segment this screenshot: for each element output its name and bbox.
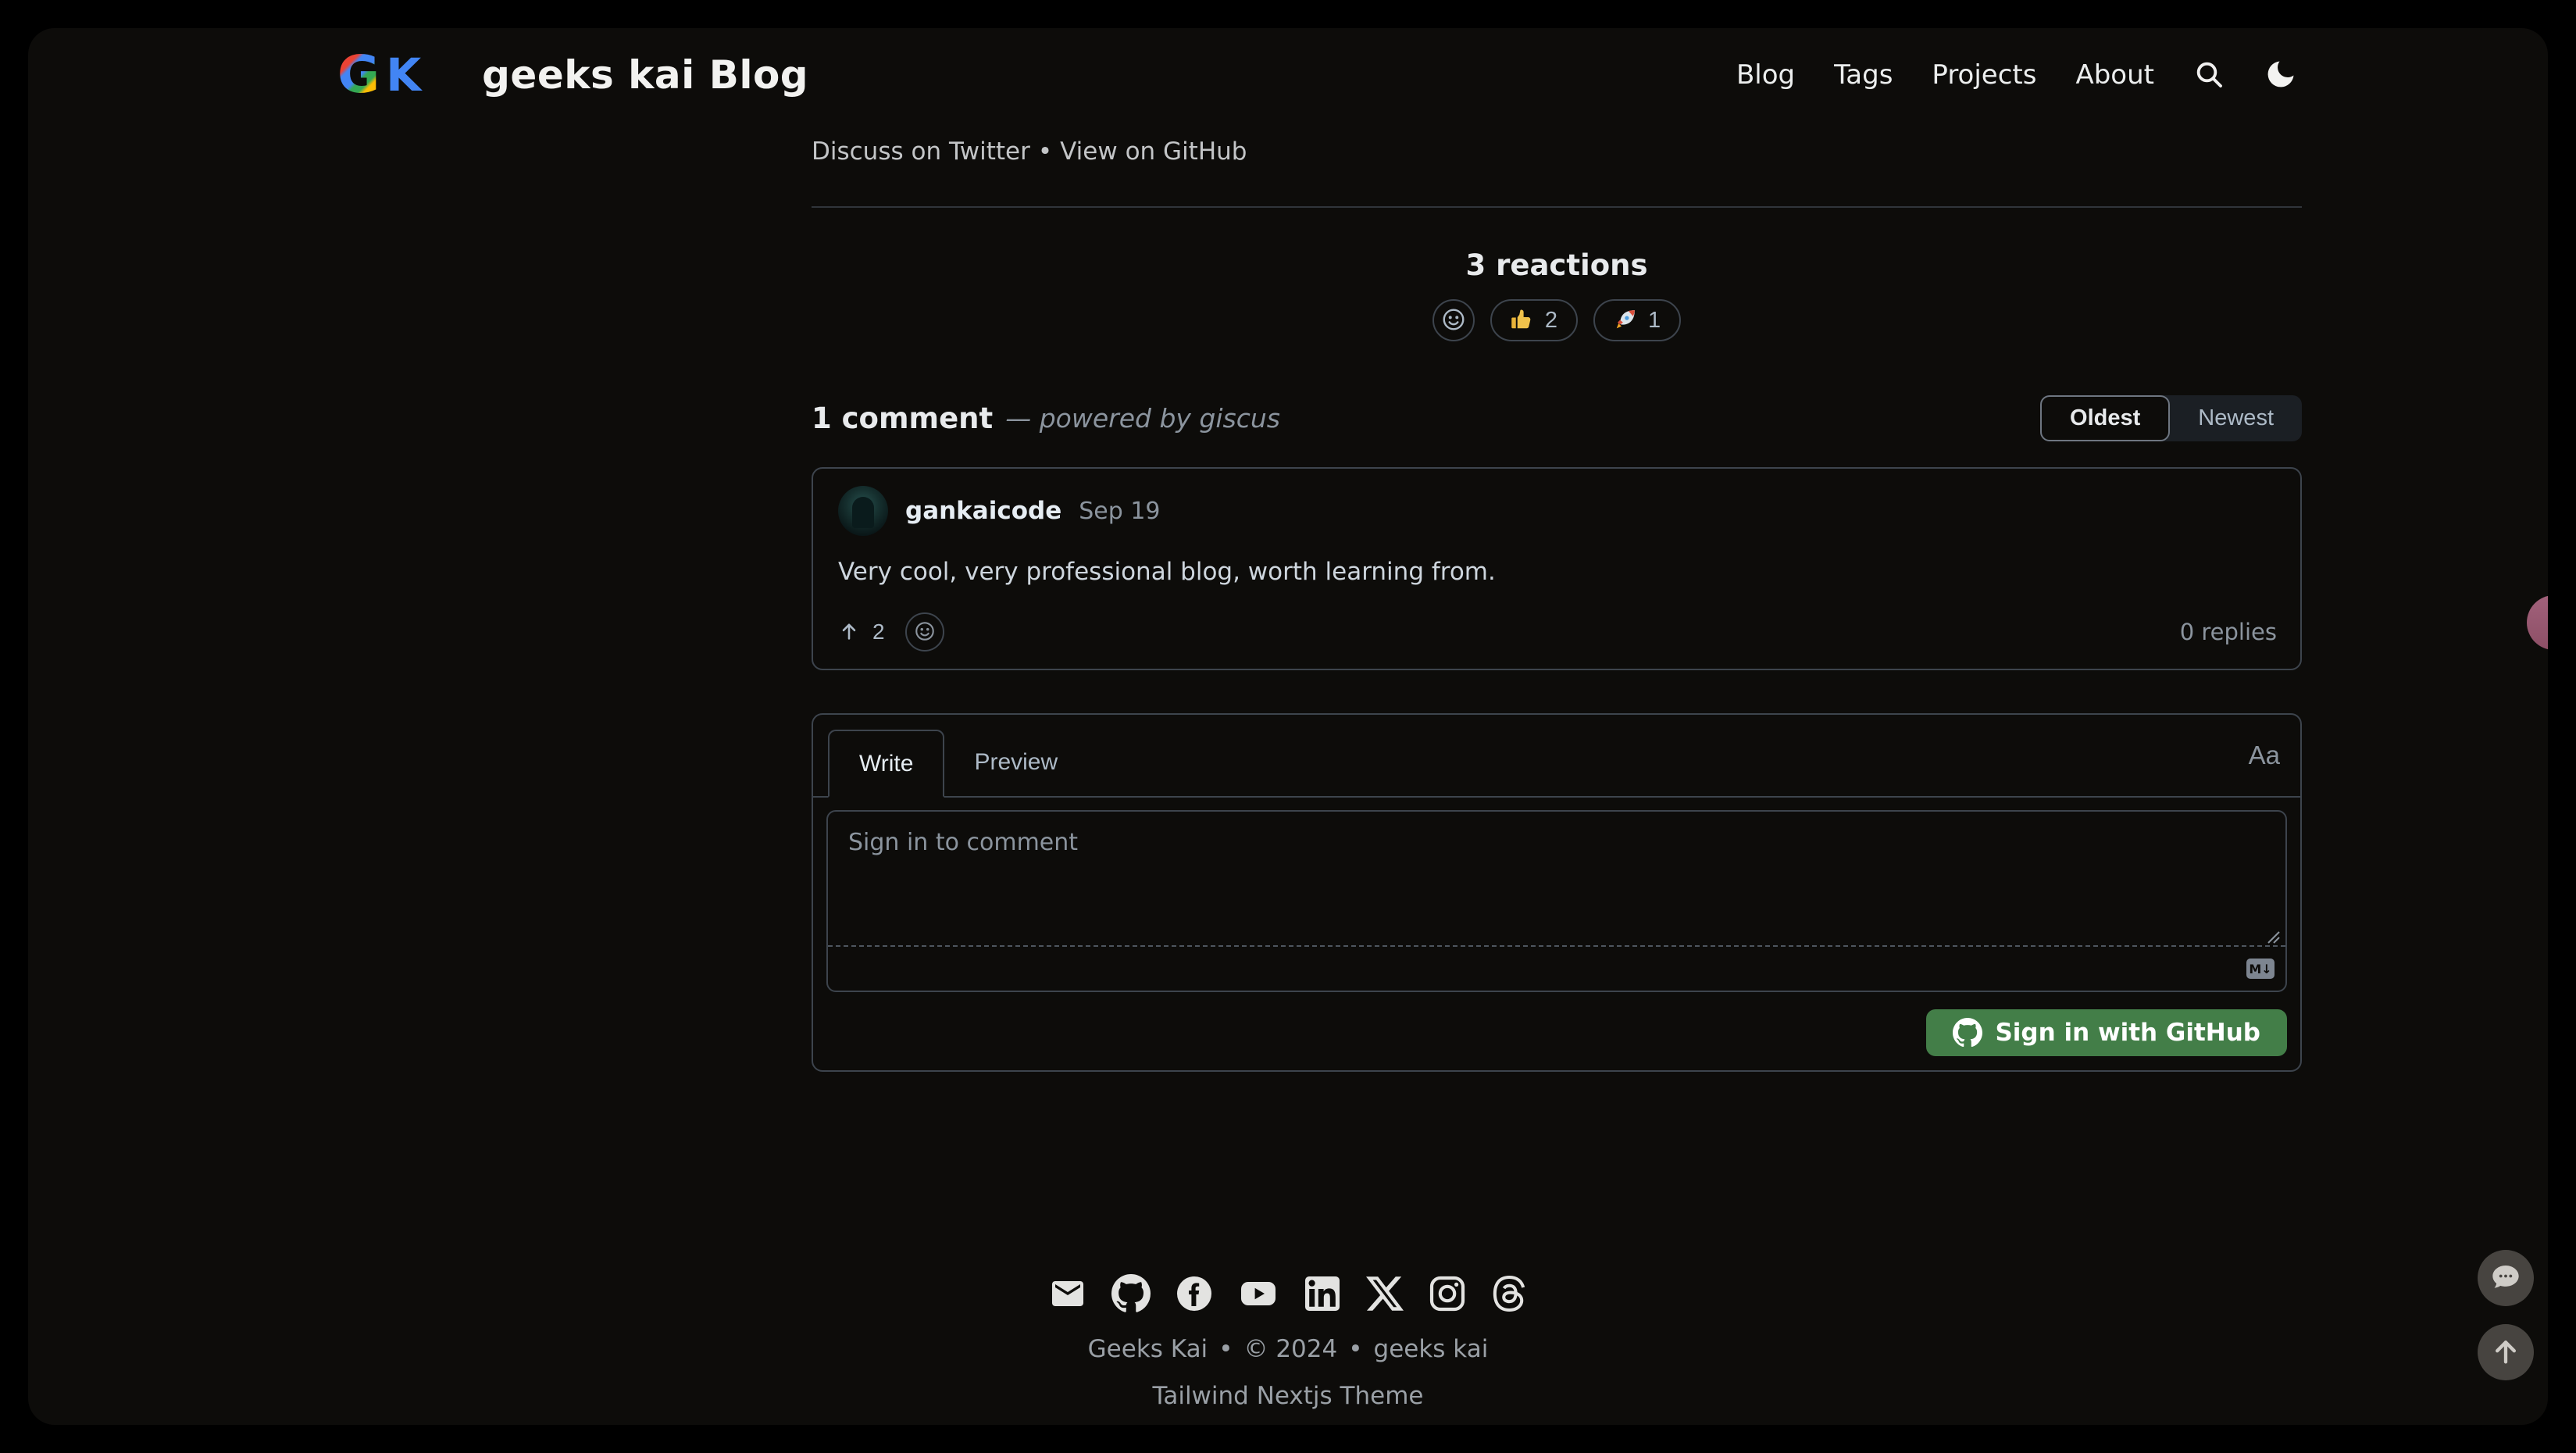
discuss-twitter-link[interactable]: Discuss on Twitter [812,137,1030,166]
composer-tabbar: Write Preview Aa [813,715,2300,798]
powered-by-giscus: — powered by giscus [1005,403,1280,434]
footer-dot: • [1348,1335,1363,1363]
footer-theme-credit: Tailwind Nextjs Theme [28,1382,2548,1410]
theme-toggle-button[interactable] [2264,57,2298,94]
social-links [28,1274,2548,1313]
github-icon [1953,1018,1983,1048]
up-arrow-icon [838,620,860,644]
logo-g-icon: G [337,45,380,105]
reaction-thumbs-up[interactable]: 2 [1490,299,1578,341]
site-logo[interactable]: G K [337,49,421,101]
footer-site-link[interactable]: Geeks Kai [1088,1335,1208,1363]
chat-bubble-icon [2490,1262,2521,1295]
divider [812,206,2302,208]
linkedin-icon[interactable] [1304,1275,1341,1312]
link-separator: • [1037,137,1053,166]
markdown-icon[interactable]: M↓ [2246,959,2275,979]
nav-item-about[interactable]: About [2075,59,2154,91]
reaction-rocket[interactable]: 1 [1593,299,1682,341]
composer-actions: Sign in with GitHub [813,992,2300,1056]
comment-author[interactable]: gankaicode [905,497,1061,525]
reactions-section: 3 reactions 2 1 [812,248,2302,341]
nav-item-tags[interactable]: Tags [1834,59,1893,91]
view-github-link[interactable]: View on GitHub [1060,137,1247,166]
reactions-heading: 3 reactions [1465,248,1648,282]
nav-item-blog[interactable]: Blog [1736,59,1795,91]
smiley-icon [914,620,936,644]
comments-header: 1 comment — powered by giscus Oldest New… [812,395,2302,441]
theme-credit-link[interactable]: Tailwind Nextjs Theme [1153,1382,1424,1410]
smiley-icon [1441,307,1466,334]
comment-add-reaction-button[interactable] [904,612,944,652]
tab-write[interactable]: Write [828,730,945,798]
comment-card: gankaicode Sep 19 Very cool, very profes… [812,467,2302,670]
nav-item-projects[interactable]: Projects [1932,59,2036,91]
footer-dot: • [1218,1335,1233,1363]
resize-grip-icon[interactable] [2264,927,2281,948]
comment-composer: Write Preview Aa M↓ [812,713,2302,1072]
text-style-toggle[interactable]: Aa [2249,741,2280,770]
upvote-button[interactable]: 2 [838,619,885,644]
comment-date[interactable]: Sep 19 [1079,498,1160,525]
sort-toggle: Oldest Newest [2040,395,2302,441]
comment-foot: 2 0 replies [838,612,2277,652]
mail-icon[interactable] [1049,1275,1086,1312]
comment-head: gankaicode Sep 19 [838,486,2277,536]
footer-author-link[interactable]: geeks kai [1374,1335,1489,1363]
site-title[interactable]: geeks kai Blog [482,52,808,98]
editor-box: M↓ [826,810,2287,992]
facebook-icon[interactable] [1176,1275,1213,1312]
svg-text:M↓: M↓ [2249,962,2271,976]
comments-scroll-button[interactable] [2478,1250,2534,1306]
upvote-count: 2 [872,619,885,644]
scroll-to-top-button[interactable] [2478,1324,2534,1380]
reactions-row: 2 1 [812,299,2302,341]
site-header: G K geeks kai Blog Blog Tags Projects Ab… [337,42,2298,108]
sort-newest-button[interactable]: Newest [2170,395,2302,441]
replies-count: 0 replies [2179,619,2277,645]
sort-oldest-button[interactable]: Oldest [2040,395,2171,441]
reaction-rocket-count: 1 [1648,307,1661,333]
floating-side-widget[interactable] [2527,595,2548,650]
comments-count: 1 comment [812,402,994,435]
site-footer: Geeks Kai • © 2024 • geeks kai Tailwind Next… [28,1274,2548,1410]
instagram-icon[interactable] [1429,1275,1466,1312]
avatar[interactable] [838,486,888,536]
comment-body: Very cool, very professional blog, worth… [838,558,1496,586]
main-nav: Blog Tags Projects About [1736,57,2298,94]
comment-input[interactable] [828,812,2285,945]
x-icon[interactable] [1366,1275,1404,1312]
sign-in-github-label: Sign in with GitHub [1995,1019,2260,1047]
add-reaction-button[interactable] [1432,299,1475,341]
youtube-icon[interactable] [1238,1275,1279,1312]
editor-footer: M↓ [828,945,2285,991]
up-arrow-icon [2490,1336,2521,1369]
logo-k-icon: K [386,48,422,102]
footer-copyright: © 2024 [1243,1335,1338,1363]
search-button[interactable] [2193,59,2225,92]
reaction-thumbs-up-count: 2 [1544,307,1557,333]
search-icon [2193,59,2225,92]
sign-in-github-button[interactable]: Sign in with GitHub [1926,1009,2287,1056]
tab-preview[interactable]: Preview [944,728,1087,796]
footer-credits: Geeks Kai • © 2024 • geeks kai [28,1335,2548,1363]
post-discussion-links: Discuss on Twitter • View on GitHub [812,137,2302,166]
github-icon[interactable] [1111,1274,1151,1313]
threads-icon[interactable] [1491,1276,1527,1312]
thumbs-up-emoji-icon [1511,308,1534,334]
moon-icon [2264,57,2298,94]
page-surface: G K geeks kai Blog Blog Tags Projects Ab… [28,28,2548,1425]
rocket-emoji-icon [1614,308,1637,334]
